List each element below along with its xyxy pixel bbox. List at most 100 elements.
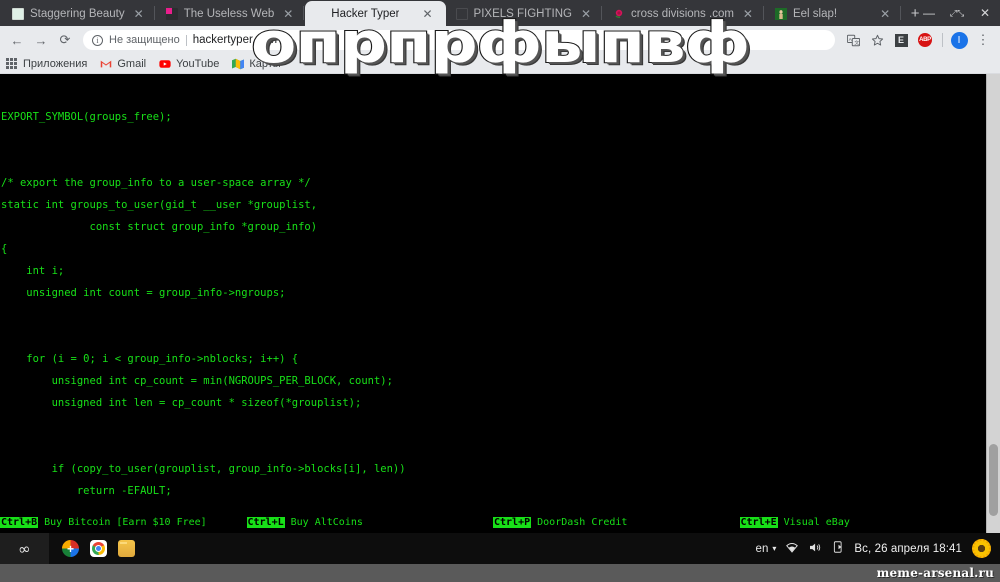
favicon-staggering-beauty bbox=[12, 7, 24, 20]
code-line: return -EFAULT; bbox=[1, 485, 172, 497]
promo-shortcut: Ctrl+B bbox=[0, 516, 39, 528]
gimp-icon[interactable] bbox=[62, 540, 79, 557]
sunflower-icon[interactable] bbox=[972, 539, 991, 558]
tab-close-icon[interactable]: ✕ bbox=[578, 8, 594, 20]
code-line: static int groups_to_user(gid_t __user *… bbox=[1, 199, 318, 211]
code-line: EXPORT_SYMBOL(groups_free); bbox=[1, 111, 172, 123]
bookmark-maps[interactable]: Карты bbox=[232, 57, 281, 70]
bookmark-label: YouTube bbox=[176, 57, 220, 70]
tab-strip: Staggering Beauty ✕ The Useless Web ✕ Ha… bbox=[0, 0, 1000, 26]
code-line: for (i = 0; i < group_info->nblocks; i++… bbox=[1, 353, 299, 365]
tab-separator bbox=[601, 6, 603, 20]
tab-pixels-fighting[interactable]: PIXELS FIGHTING ✕ bbox=[446, 1, 600, 26]
forward-button[interactable]: → bbox=[30, 29, 52, 51]
wifi-icon[interactable] bbox=[786, 542, 799, 556]
tab-title: Hacker Typer bbox=[331, 7, 400, 20]
code-line: const struct group_info *group_info) bbox=[1, 221, 318, 233]
page-scrollbar[interactable] bbox=[986, 74, 1000, 533]
language-label: en bbox=[755, 542, 769, 555]
bookmark-label: Gmail bbox=[117, 57, 147, 70]
volume-icon[interactable] bbox=[809, 542, 822, 556]
tab-the-useless-web[interactable]: The Useless Web ✕ bbox=[156, 1, 303, 26]
tab-separator bbox=[762, 6, 764, 20]
promo-bar: Ctrl+B Buy Bitcoin [Earn $10 Free] Ctrl+… bbox=[0, 516, 987, 534]
three-dots-menu-icon[interactable]: ⋮ bbox=[972, 29, 994, 51]
favicon-pixels-fighting bbox=[456, 8, 468, 20]
tab-separator bbox=[303, 6, 305, 20]
promo-shortcut: Ctrl+L bbox=[246, 516, 285, 528]
system-icons bbox=[786, 541, 844, 556]
info-icon[interactable]: i bbox=[92, 34, 103, 46]
chrome-icon[interactable] bbox=[90, 540, 107, 557]
promo-label: Buy Bitcoin [Earn $10 Free] bbox=[38, 516, 207, 528]
promo-item-bitcoin[interactable]: Ctrl+B Buy Bitcoin [Earn $10 Free] bbox=[0, 516, 247, 529]
tab-title: The Useless Web bbox=[183, 7, 275, 20]
taskbar-apps bbox=[49, 540, 135, 557]
tab-close-icon[interactable]: ✕ bbox=[419, 8, 435, 20]
security-status-label: Не защищено bbox=[109, 34, 180, 46]
promo-shortcut: Ctrl+E bbox=[739, 516, 778, 528]
chevron-down-icon: ▾ bbox=[772, 544, 777, 553]
tab-separator bbox=[153, 6, 155, 20]
promo-item-altcoins[interactable]: Ctrl+L Buy AltCoins bbox=[246, 516, 494, 529]
tab-hacker-typer[interactable]: Hacker Typer ✕ bbox=[305, 1, 446, 26]
tab-close-icon[interactable]: ✕ bbox=[877, 8, 893, 20]
tab-staggering-beauty[interactable]: Staggering Beauty ✕ bbox=[2, 1, 153, 26]
bookmark-apps[interactable]: Приложения bbox=[6, 57, 88, 70]
screen: Staggering Beauty ✕ The Useless Web ✕ Ha… bbox=[0, 0, 1000, 582]
bookmark-label: Приложения bbox=[23, 57, 88, 70]
toolbar-divider bbox=[938, 29, 946, 51]
start-button[interactable]: ∞ bbox=[0, 533, 49, 564]
folder-icon[interactable] bbox=[118, 540, 135, 557]
clock[interactable]: Вс, 26 апреля 18:41 bbox=[854, 543, 962, 555]
code-line: unsigned int cp_count = min(NGROUPS_PER_… bbox=[1, 375, 393, 387]
bookmarks-bar: Приложения Gmail YouTube Карты bbox=[0, 54, 1000, 74]
promo-item-ebay[interactable]: Ctrl+E Visual eBay bbox=[739, 516, 987, 529]
bookmark-star-icon[interactable] bbox=[866, 29, 888, 51]
reload-button[interactable]: ⟳ bbox=[54, 29, 76, 51]
translate-icon[interactable]: A 文 bbox=[842, 29, 864, 51]
back-button[interactable]: ← bbox=[6, 29, 28, 51]
tab-separator bbox=[900, 6, 902, 20]
bookmark-youtube[interactable]: YouTube bbox=[159, 58, 219, 70]
language-indicator[interactable]: en ▾ bbox=[756, 543, 777, 555]
tab-title: PIXELS FIGHTING bbox=[473, 7, 572, 20]
extension-icon[interactable]: E bbox=[890, 29, 912, 51]
hacker-typer-code[interactable]: EXPORT_SYMBOL(groups_free); /* export the… bbox=[0, 74, 986, 533]
tab-title: cross divisions .com bbox=[631, 7, 734, 20]
tab-cross-divisions[interactable]: cross divisions .com ✕ bbox=[603, 1, 762, 26]
maximize-button[interactable]: ⤢⤡ bbox=[944, 0, 970, 26]
gmail-icon bbox=[100, 58, 112, 70]
bookmark-gmail[interactable]: Gmail bbox=[100, 58, 146, 70]
adblock-icon[interactable]: ABP bbox=[914, 29, 936, 51]
url-text: hackertyper.com bbox=[192, 34, 278, 46]
promo-label: DoorDash Credit bbox=[531, 516, 628, 528]
minimize-button[interactable]: — bbox=[916, 0, 942, 26]
profile-avatar[interactable]: I bbox=[948, 29, 970, 51]
battery-icon[interactable] bbox=[833, 541, 844, 556]
code-line: int i; bbox=[1, 265, 65, 277]
tab-eel-slap[interactable]: Eel slap! ✕ bbox=[765, 1, 899, 26]
promo-label: Visual eBay bbox=[777, 516, 850, 528]
taskbar-tray: en ▾ Вс, 26 апреля 18:41 bbox=[756, 539, 1000, 558]
tab-close-icon[interactable]: ✕ bbox=[740, 8, 756, 20]
tab-close-icon[interactable]: ✕ bbox=[131, 8, 147, 20]
bottom-bar bbox=[0, 564, 1000, 582]
youtube-icon bbox=[159, 58, 171, 70]
promo-item-doordash[interactable]: Ctrl+P DoorDash Credit bbox=[493, 516, 740, 529]
bookmark-label: Карты bbox=[249, 57, 281, 70]
taskbar: ∞ en ▾ bbox=[0, 533, 1000, 564]
address-bar[interactable]: i Не защищено hackertyper.com bbox=[83, 30, 835, 50]
code-line: unsigned int count = group_info->ngroups… bbox=[1, 287, 286, 299]
watermark: meme-arsenal.ru bbox=[876, 566, 994, 580]
tab-close-icon[interactable]: ✕ bbox=[280, 8, 296, 20]
close-button[interactable]: ✕ bbox=[972, 0, 998, 26]
code-line: { bbox=[1, 243, 8, 255]
scrollbar-thumb[interactable] bbox=[989, 444, 998, 516]
